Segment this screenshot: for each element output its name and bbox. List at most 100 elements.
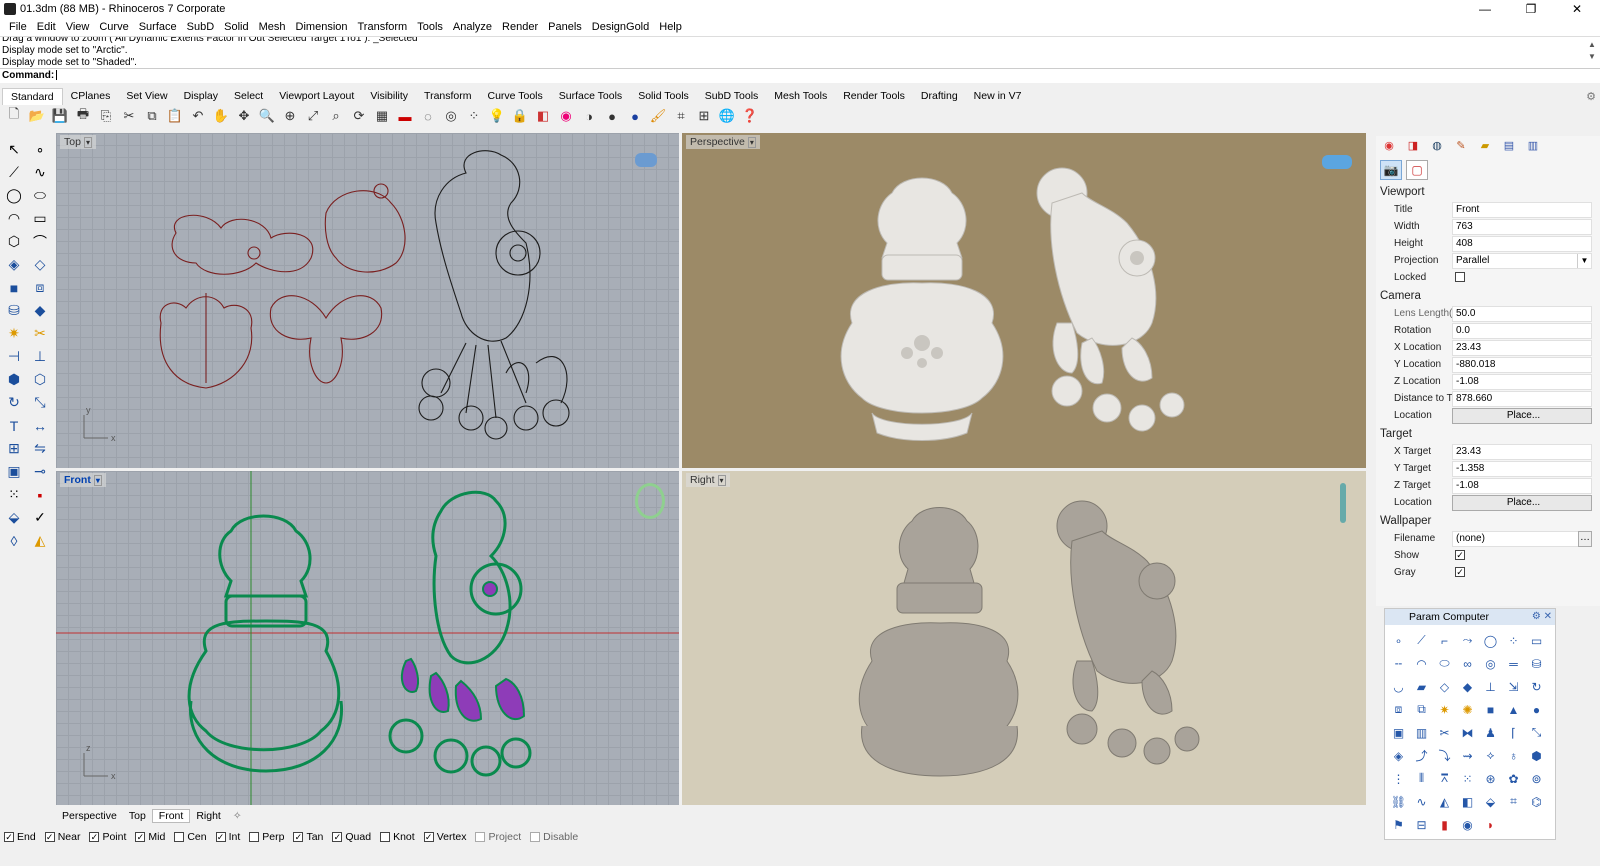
gem-icon[interactable]: ◊ xyxy=(2,529,26,552)
param-twist-icon[interactable]: ⤵ xyxy=(1433,744,1456,767)
menu-help[interactable]: Help xyxy=(654,21,687,33)
param-curve-icon[interactable]: ⤳ xyxy=(1456,629,1479,652)
solid-box-icon[interactable]: ▣ xyxy=(2,460,26,483)
param-points-icon[interactable]: ⁘ xyxy=(1502,629,1525,652)
point-icon[interactable]: ∘ xyxy=(28,138,52,161)
tab-render-tools[interactable]: Render Tools xyxy=(835,88,913,104)
menu-view[interactable]: View xyxy=(61,21,95,33)
rotate-icon[interactable]: ↻ xyxy=(2,391,26,414)
menu-tools[interactable]: Tools xyxy=(412,21,448,33)
viewport-label-top[interactable]: Top ▾ xyxy=(60,135,96,149)
osnap-checkbox[interactable]: ✓ xyxy=(44,832,55,842)
menu-analyze[interactable]: Analyze xyxy=(448,21,497,33)
viewport-perspective[interactable]: Perspective ▾ xyxy=(682,133,1366,468)
param-shell-icon[interactable]: ▣ xyxy=(1387,721,1410,744)
camera-icon[interactable]: 📷 xyxy=(1380,160,1402,180)
toolbar-settings-icon[interactable]: ⚙ xyxy=(1586,90,1596,103)
osnap-knot[interactable]: Knot xyxy=(380,831,415,843)
zoom-window-icon[interactable]: ⊕ xyxy=(280,106,300,126)
ungroup-icon[interactable]: ⬡ xyxy=(28,368,52,391)
points-icon[interactable]: ⁘ xyxy=(464,106,484,126)
param-person-icon[interactable]: ♟ xyxy=(1479,721,1502,744)
layer-icon[interactable]: ◧ xyxy=(533,106,553,126)
polygon-icon[interactable]: ⬡ xyxy=(2,230,26,253)
param-ring-icon[interactable]: ⊚ xyxy=(1525,767,1548,790)
param-panel-icon[interactable]: ◆ xyxy=(1456,675,1479,698)
x-target-field[interactable]: 23.43 xyxy=(1452,443,1592,460)
param-taper-icon[interactable]: ⟡ xyxy=(1479,744,1502,767)
distance-field[interactable]: 878.660 xyxy=(1452,390,1592,407)
param-point-icon[interactable]: ∘ xyxy=(1387,629,1410,652)
filename-field[interactable]: (none)… xyxy=(1452,530,1592,547)
split-icon[interactable]: ⊣ xyxy=(2,345,26,368)
menu-solid[interactable]: Solid xyxy=(219,21,253,33)
materials-tab-icon[interactable]: ✎ xyxy=(1452,139,1470,155)
param-orient-icon[interactable]: ⊛ xyxy=(1479,767,1502,790)
param-dash-icon[interactable]: ╌ xyxy=(1387,652,1410,675)
param-bulb-icon[interactable]: ♁ xyxy=(1502,744,1525,767)
show-icon[interactable]: ◎ xyxy=(441,106,461,126)
osnap-point[interactable]: ✓ Point xyxy=(89,831,126,843)
osnap-checkbox[interactable] xyxy=(380,832,391,842)
pan-icon[interactable]: ✋ xyxy=(211,106,231,126)
param-polar-icon[interactable]: ⫴ xyxy=(1410,767,1433,790)
grid-array-icon[interactable]: ⁙ xyxy=(2,483,26,506)
tab-viewport-layout[interactable]: Viewport Layout xyxy=(271,88,362,104)
osnap-quad[interactable]: ✓ Quad xyxy=(332,831,371,843)
globe-icon[interactable]: 🌐 xyxy=(717,106,737,126)
projection-select[interactable]: Parallel ▼ xyxy=(1452,252,1592,269)
curve-icon[interactable]: ∿ xyxy=(28,161,52,184)
scale-icon[interactable]: ⤡ xyxy=(28,391,52,414)
viewport-menu-arrow-icon[interactable]: ▾ xyxy=(747,137,756,148)
osnap-checkbox[interactable] xyxy=(475,832,486,842)
param-plane-icon[interactable]: ▰ xyxy=(1410,675,1433,698)
tab-solid-tools[interactable]: Solid Tools xyxy=(630,88,697,104)
viewport-props-icon[interactable]: ▢ xyxy=(1406,160,1428,180)
osnap-checkbox[interactable]: ✓ xyxy=(4,832,14,842)
tab-cplanes[interactable]: CPlanes xyxy=(63,88,119,104)
explode-icon[interactable]: ✷ xyxy=(2,322,26,345)
osnap-checkbox[interactable]: ✓ xyxy=(215,832,226,842)
viewport-front[interactable]: zx Front ▾ xyxy=(56,471,679,805)
mesh-icon[interactable]: ⌗ xyxy=(671,106,691,126)
param-sheet-icon[interactable]: ◇ xyxy=(1433,675,1456,698)
menu-edit[interactable]: Edit xyxy=(32,21,61,33)
param-scale-icon[interactable]: ⤡ xyxy=(1525,721,1548,744)
param-union-icon[interactable]: ⧉ xyxy=(1410,698,1433,721)
param-extrude-icon[interactable]: ⊥ xyxy=(1479,675,1502,698)
zoom-icon[interactable]: 🔍 xyxy=(257,106,277,126)
measure-icon[interactable]: ⊸ xyxy=(28,460,52,483)
cylinder-icon[interactable]: ⛁ xyxy=(2,299,26,322)
circle-icon[interactable]: ◯ xyxy=(2,184,26,207)
viewport-menu-arrow-icon[interactable]: ▾ xyxy=(83,137,92,148)
title-field[interactable]: Front xyxy=(1452,201,1592,218)
gray-checkbox[interactable]: ✓ xyxy=(1455,566,1465,577)
param-capsule-icon[interactable]: ▮ xyxy=(1433,813,1456,836)
param-prism-icon[interactable]: ⬙ xyxy=(1479,790,1502,813)
menu-surface[interactable]: Surface xyxy=(134,21,182,33)
tab-mesh-tools[interactable]: Mesh Tools xyxy=(766,88,835,104)
paste-icon[interactable]: 📋 xyxy=(165,106,185,126)
dimension-icon[interactable]: ↔ xyxy=(28,414,52,437)
shaded-sphere-icon[interactable]: ● xyxy=(602,106,622,126)
tab-surface-tools[interactable]: Surface Tools xyxy=(551,88,630,104)
z-location-field[interactable]: -1.08 xyxy=(1452,373,1592,390)
param-eye-icon[interactable]: ◉ xyxy=(1456,813,1479,836)
param-tube-icon[interactable]: ═ xyxy=(1502,652,1525,675)
param-ellipse-icon[interactable]: ⬭ xyxy=(1433,652,1456,675)
tab-visibility[interactable]: Visibility xyxy=(362,88,416,104)
viewport-tab-right[interactable]: Right xyxy=(190,810,227,822)
render-mesh-icon[interactable]: ▪ xyxy=(28,483,52,506)
param-boolean-icon[interactable]: ⧈ xyxy=(1387,698,1410,721)
properties-tab-icon[interactable]: ◉ xyxy=(1380,139,1398,155)
menu-transform[interactable]: Transform xyxy=(353,21,413,33)
menu-file[interactable]: File xyxy=(4,21,32,33)
osnap-perp[interactable]: Perp xyxy=(249,831,284,843)
paint-icon[interactable]: 🖌 xyxy=(648,106,668,126)
param-block-icon[interactable]: ◧ xyxy=(1456,790,1479,813)
select-arrow-icon[interactable]: ↖ xyxy=(2,138,26,161)
viewport-menu-arrow-icon[interactable]: ▾ xyxy=(93,475,102,486)
command-line[interactable]: Command: xyxy=(0,68,1600,83)
files-tab-icon[interactable]: ▰ xyxy=(1476,139,1494,155)
viewport-label-front[interactable]: Front ▾ xyxy=(60,473,106,487)
